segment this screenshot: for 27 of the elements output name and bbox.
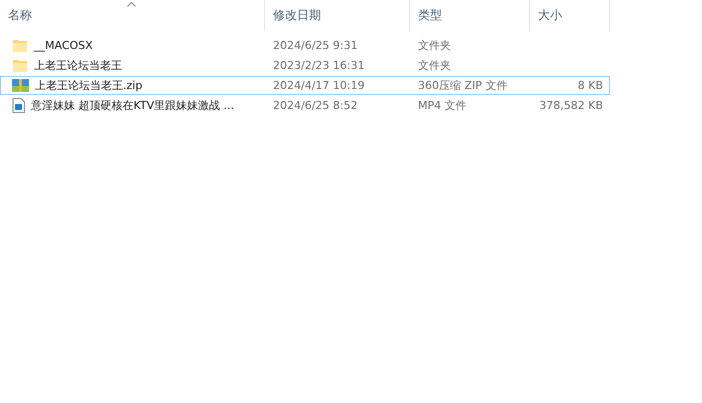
- file-type: MP4 文件: [417, 98, 468, 113]
- file-name: 上老王论坛当老王: [34, 58, 122, 73]
- file-row[interactable]: __MACOSX 2024/6/25 9:31 文件夹: [0, 36, 610, 55]
- modified-date: 2023/2/23 16:31: [272, 59, 366, 72]
- folder-icon: [12, 58, 28, 72]
- file-row[interactable]: 意淫妹妹 超顶硬核在KTV里跟妹妹激战 ... 2024/6/25 8:52 MP4 文件 378,582 KB: [0, 96, 610, 115]
- file-row[interactable]: 上老王论坛当老王.zip 2024/4/17 10:19 360压缩 ZIP 文件 8 KB: [0, 76, 610, 95]
- modified-date: 2024/4/17 10:19: [272, 79, 366, 92]
- file-name: __MACOSX: [34, 39, 93, 52]
- file-type: 360压缩 ZIP 文件: [417, 78, 508, 93]
- column-header[interactable]: 大小: [530, 0, 610, 31]
- column-header[interactable]: 修改日期: [265, 0, 410, 31]
- archive-icon: [12, 78, 29, 93]
- modified-date: 2024/6/25 9:31: [272, 39, 359, 52]
- file-row[interactable]: 上老王论坛当老王 2023/2/23 16:31 文件夹: [0, 56, 610, 75]
- modified-date: 2024/6/25 8:52: [272, 99, 359, 112]
- column-header[interactable]: 名称: [0, 0, 265, 31]
- video-file-icon: [12, 98, 25, 113]
- folder-icon: [12, 38, 28, 52]
- file-size: 378,582 KB: [538, 99, 604, 112]
- file-type: 文件夹: [417, 38, 452, 53]
- sort-caret-icon: [127, 1, 136, 7]
- file-name: 上老王论坛当老王.zip: [35, 78, 142, 93]
- file-type: 文件夹: [417, 58, 452, 73]
- file-size: 8 KB: [576, 79, 604, 92]
- file-name: 意淫妹妹 超顶硬核在KTV里跟妹妹激战 ...: [31, 98, 234, 113]
- column-header[interactable]: 类型: [410, 0, 530, 31]
